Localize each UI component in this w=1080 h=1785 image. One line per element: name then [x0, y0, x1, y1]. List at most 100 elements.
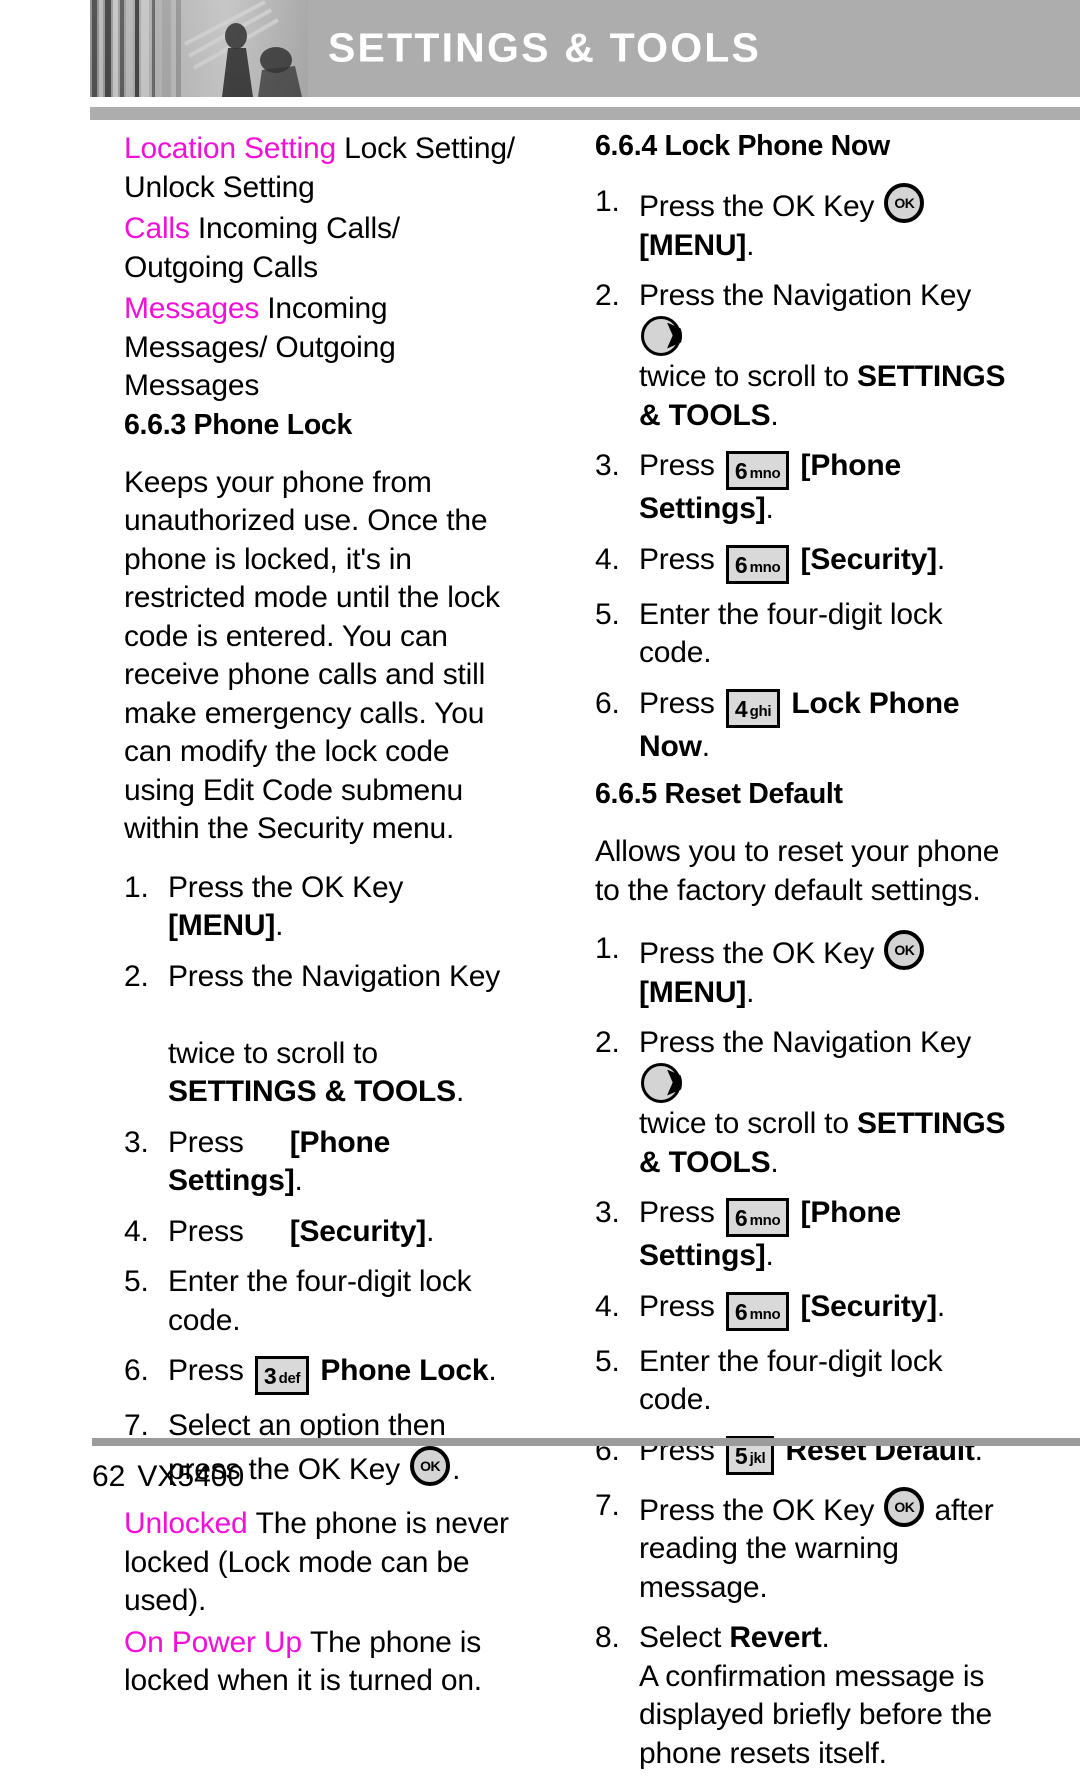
footer: 62 VX5400 — [92, 1460, 244, 1494]
step-tail: . — [746, 228, 755, 262]
key-3-def-icon: 3 def — [254, 1356, 310, 1395]
step-text: Press the OK Key — [639, 190, 875, 223]
step-number: 5. — [595, 597, 620, 631]
step-text-cont: twice to scroll to — [639, 360, 849, 393]
term-entry-calls: Calls Incoming Calls/ Outgoing Calls — [124, 210, 524, 287]
ok-key-label: OK — [894, 1498, 915, 1515]
step-text: Press — [168, 1214, 244, 1248]
step-number: 4. — [595, 542, 620, 576]
key-digit: 5 — [734, 1442, 748, 1469]
step-tail: . — [746, 975, 755, 1009]
step-bold-text: [Security] — [800, 542, 938, 576]
step-item: 6. Press 3 def Phone Lock. — [124, 1352, 524, 1395]
step-number: 3. — [595, 1196, 620, 1229]
step-tail: . — [488, 1354, 497, 1387]
step-number: 3. — [595, 449, 620, 482]
step-tail: . — [426, 1214, 435, 1248]
steps-list-phone-lock: 1. Press the OK Key [MENU]. 2. Press the Na… — [124, 869, 524, 1490]
step-tail: . — [275, 909, 284, 942]
step-text: Press the OK Key — [639, 937, 875, 970]
key-digit: 4 — [734, 695, 748, 722]
step-tail: . — [765, 1239, 774, 1272]
step-text: Enter the four-digit lock code. — [168, 1265, 472, 1337]
term-entry-messages: Messages Incoming Messages/ Outgoing Mes… — [124, 290, 524, 406]
ok-key-icon: OK — [410, 1445, 451, 1486]
step-item: 2. Press the Navigation Key twice to scro… — [595, 1024, 1007, 1182]
key-6-mno-icon: 6 mno — [725, 1291, 790, 1331]
ok-key-label: OK — [894, 942, 915, 958]
step-bold-text: [MENU] — [168, 909, 276, 942]
step-bold-text: Revert — [729, 1621, 822, 1654]
ok-key-icon: OK — [884, 930, 925, 970]
ok-key-icon: OK — [884, 183, 925, 223]
section-heading-phone-lock: 6.6.3 Phone Lock — [124, 408, 353, 441]
step-item: 4. Press 6 mno [Security]. — [595, 541, 1007, 584]
step-item: 3. Press 6 mno [Phone Settings]. — [595, 447, 1007, 529]
term-label: Location Setting — [124, 132, 336, 165]
step-tail: . — [936, 1289, 946, 1323]
step-bold-text: Phone Lock — [320, 1354, 489, 1387]
step-tail: . — [765, 492, 774, 525]
key-digit: 6 — [734, 458, 748, 484]
step-bold-text: SETTINGS & TOOLS — [168, 1075, 456, 1108]
navigation-key-icon — [641, 1062, 681, 1103]
key-digit: 6 — [734, 551, 748, 578]
step-number: 4. — [595, 1289, 620, 1323]
step-text: Press the Navigation Key — [168, 959, 501, 993]
step-item: 4. Press [Security]. — [124, 1213, 524, 1252]
page-header: SETTINGS & TOOLS — [90, 0, 1080, 97]
step-number: 6. — [595, 686, 620, 720]
term-label: Messages — [124, 292, 260, 325]
key-6-mno-icon: 6 mno — [725, 451, 790, 490]
step-bold-text: [MENU] — [639, 975, 747, 1009]
step-item: 3. Press 6 mno [Phone Settings]. — [595, 1194, 1007, 1276]
step-item: 6. Press 4 ghi Lock Phone Now. — [595, 685, 1007, 767]
step-tail: . — [455, 1075, 465, 1108]
key-letters: def — [278, 1370, 301, 1387]
steps-list-lock-phone-now: 1. Press the OK Key OK [MENU]. 2. Press th… — [595, 183, 1007, 766]
step-text: Press — [639, 1196, 715, 1229]
step-tail: . — [701, 729, 710, 763]
step-text-cont: twice to scroll to — [639, 1107, 849, 1140]
model-name: VX5400 — [137, 1460, 245, 1493]
step-item: 5. Enter the four-digit lock code. — [124, 1263, 524, 1340]
step-item: 1. Press the OK Key OK [MENU]. — [595, 183, 1007, 265]
step-text: Select — [639, 1621, 722, 1654]
key-6-mno-icon: 6 mno — [725, 1198, 790, 1237]
key-digit: 6 — [734, 1205, 748, 1231]
step-bold-text: [Security] — [800, 1289, 938, 1323]
section-body-phone-lock: Keeps your phone from unauthorized use. … — [124, 465, 500, 846]
step-bold-text: [Security] — [289, 1214, 427, 1248]
step-number: 1. — [124, 870, 149, 904]
step-tail: . — [770, 398, 779, 432]
step-number: 1. — [595, 932, 620, 965]
header-photo — [90, 0, 308, 97]
key-letters: ghi — [749, 702, 772, 720]
missing-key-6-icon — [244, 1151, 290, 1152]
header-photo-image — [90, 0, 308, 97]
steps-list-reset-default: 1. Press the OK Key OK [MENU]. 2. Press th… — [595, 930, 1007, 1773]
step-text: Enter the four-digit lock code. — [639, 597, 943, 670]
footer-divider-rule — [92, 1438, 1080, 1446]
navigation-key-icon — [641, 315, 681, 356]
step-text-cont: twice to scroll to — [168, 1036, 378, 1070]
page-title: SETTINGS & TOOLS — [328, 24, 762, 71]
key-letters: mno — [749, 558, 781, 576]
step-text: Press — [639, 686, 715, 720]
step-item: 7. Press the OK Key OK after reading the … — [595, 1486, 1007, 1608]
step-text: Press — [639, 449, 715, 482]
missing-navigation-key-icon — [168, 1023, 206, 1024]
step-item: 2. Press the Navigation Key twice to scrol… — [124, 958, 524, 1112]
step-text: Press the Navigation Key — [639, 279, 972, 312]
step-text: Enter the four-digit lock code. — [639, 1344, 943, 1417]
step-tail: . — [821, 1621, 830, 1654]
step-number: 5. — [595, 1344, 620, 1378]
step-number: 7. — [595, 1488, 620, 1522]
option-label: Unlocked — [124, 1507, 248, 1540]
section-heading-reset-default: 6.6.5 Reset Default — [595, 778, 843, 810]
step-tail: . — [294, 1164, 303, 1197]
key-digit: 3 — [263, 1363, 277, 1389]
step-item: 8. Select Revert. A confirmation message i… — [595, 1619, 1007, 1773]
missing-key-6-icon — [244, 1240, 290, 1241]
step-text: Press — [639, 542, 715, 576]
